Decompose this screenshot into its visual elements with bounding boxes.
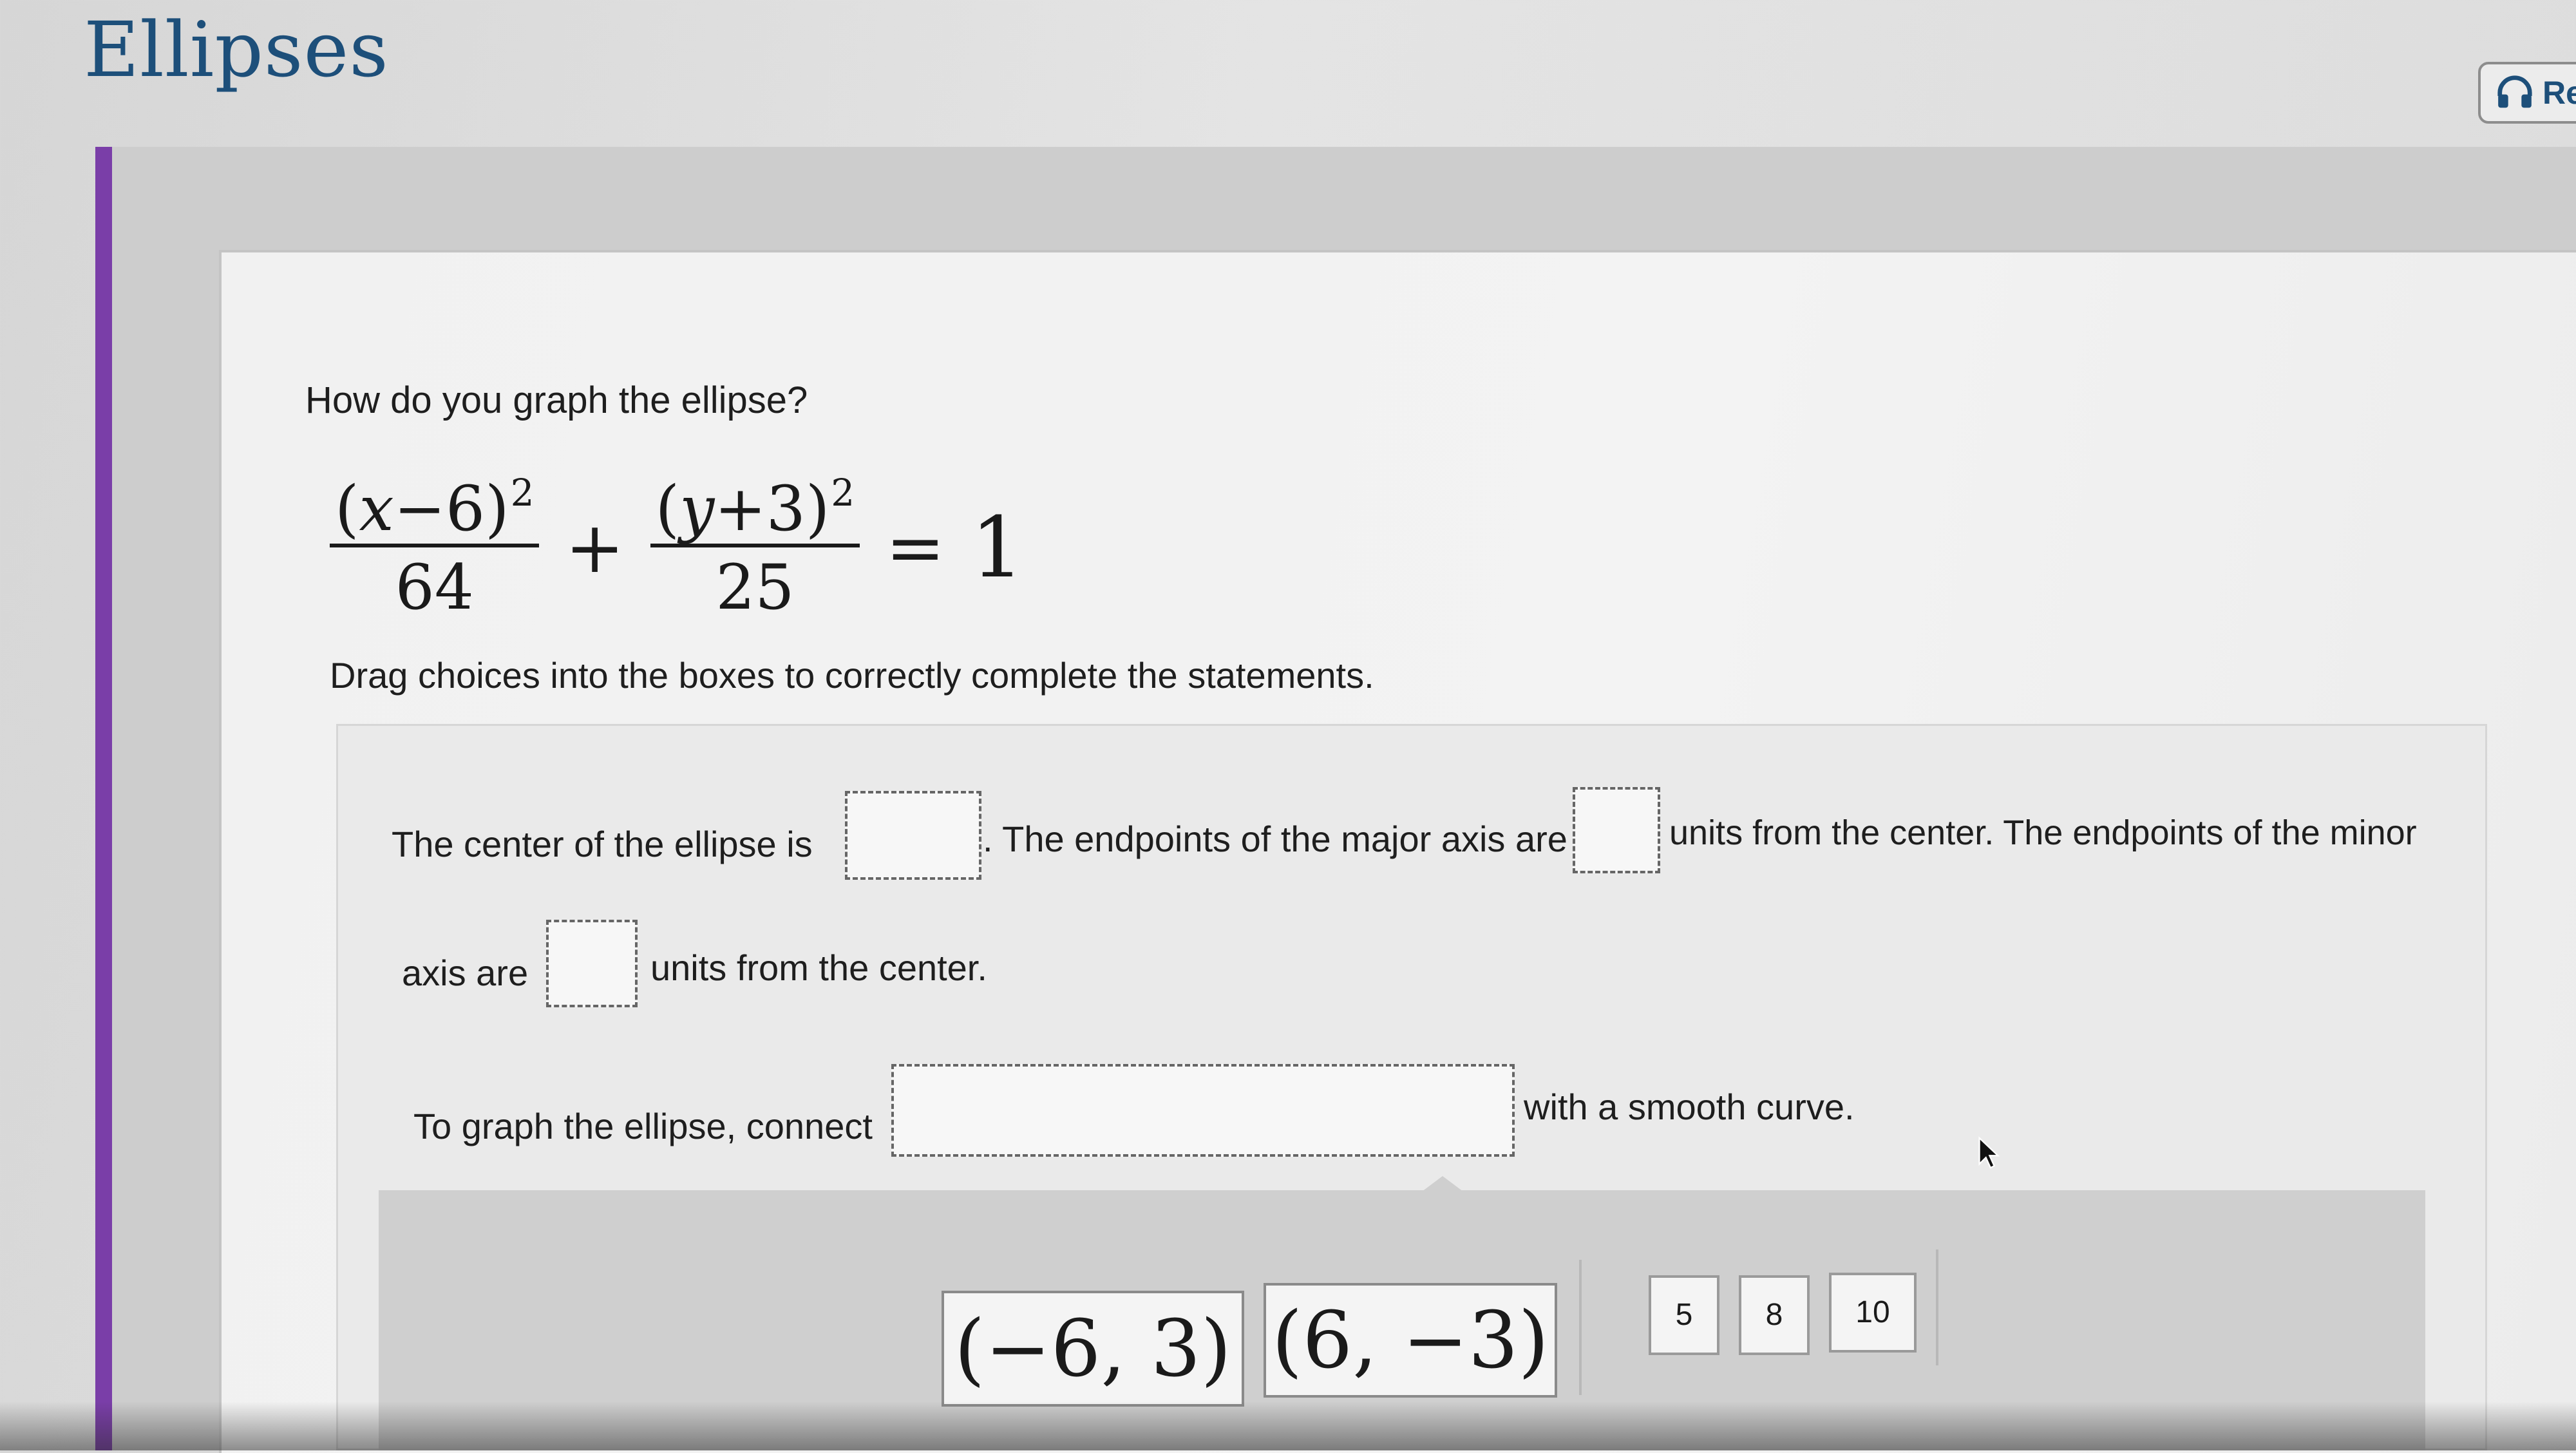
y-fraction: (y+3)2 25 [650,473,860,622]
x-numerator: (x−6)2 [330,473,540,547]
tray-divider [1936,1249,1938,1365]
y-denominator: 25 [715,551,795,623]
drag-instruction: Drag choices into the boxes to correctly… [330,655,1374,696]
equals-sign: = [886,506,945,589]
minor-axis-suffix: units from the center. [650,947,987,988]
equation-rhs: 1 [971,499,1025,596]
read-aloud-label: Rea [2543,75,2576,111]
accent-bar [95,147,112,1450]
tray-pointer [1422,1176,1463,1192]
choice-number-8[interactable]: 8 [1739,1275,1810,1355]
choice-point-6-neg3[interactable]: (6, −3) [1264,1283,1557,1398]
choice-number-10[interactable]: 10 [1829,1273,1917,1353]
page-title: Ellipses [84,5,389,94]
major-axis-dropbox[interactable] [1573,787,1660,873]
screen-bottom-edge [0,1401,2576,1450]
plus-sign: + [565,506,625,589]
minor-axis-text-line1: units from the center. The endpoints of … [1669,813,2417,852]
mouse-pointer-icon [1978,1136,2000,1169]
minor-axis-text-line2: axis are [402,953,529,993]
major-axis-text: . The endpoints of the major axis are [983,819,1567,859]
x-fraction: (x−6)2 64 [330,473,540,623]
read-aloud-button[interactable]: Rea [2478,62,2576,124]
center-statement-text: The center of the ellipse is [392,824,813,864]
connect-points-dropbox[interactable] [891,1064,1515,1157]
choice-point-neg6-3[interactable]: (−6, 3) [942,1291,1244,1407]
headphones-icon [2497,75,2532,108]
question-prompt: How do you graph the ellipse? [305,379,808,421]
x-denominator: 64 [395,551,474,623]
center-dropbox[interactable] [845,791,981,880]
tray-divider [1579,1260,1582,1395]
choice-number-5[interactable]: 5 [1649,1275,1719,1355]
y-numerator: (y+3)2 [650,473,860,547]
graph-statement-suffix: with a smooth curve. [1524,1087,1855,1127]
ellipse-equation: (x−6)2 64 + (y+3)2 25 = 1 [330,464,1103,631]
minor-axis-dropbox[interactable] [546,920,638,1007]
graph-statement-text: To graph the ellipse, connect [413,1106,873,1146]
